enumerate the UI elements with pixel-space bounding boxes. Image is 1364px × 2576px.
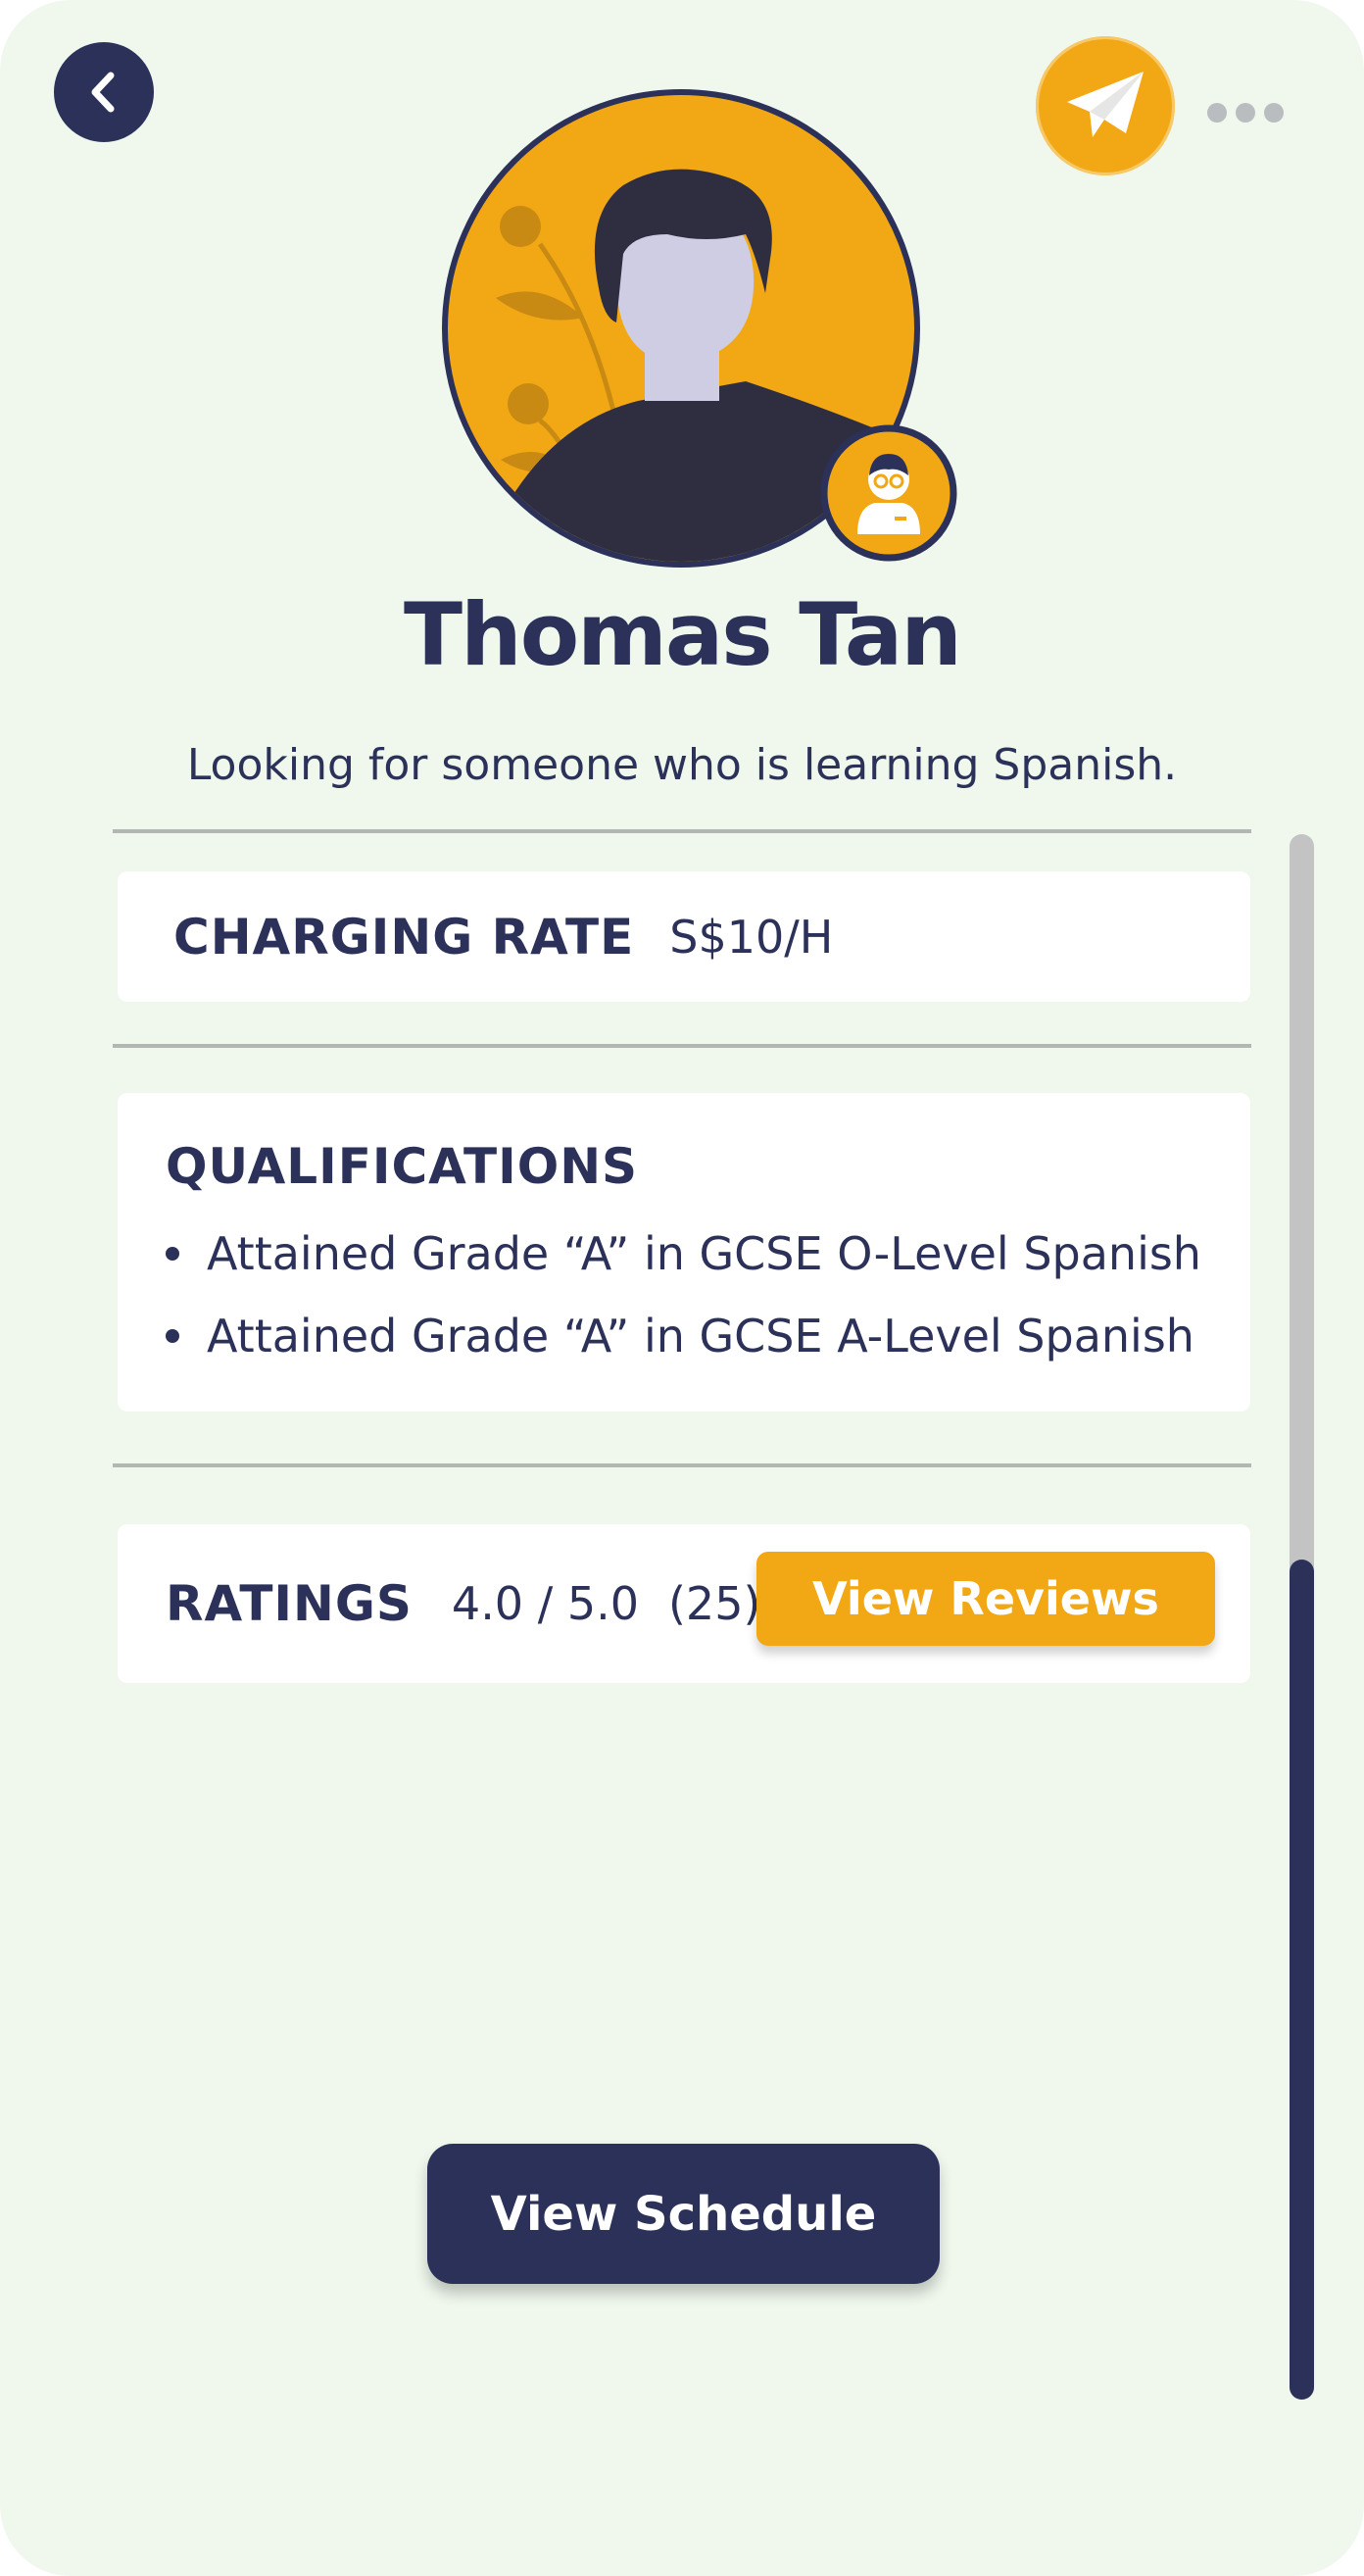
chevron-left-icon (91, 72, 115, 113)
scrollbar[interactable] (1290, 834, 1314, 2400)
view-reviews-button[interactable]: View Reviews (756, 1552, 1215, 1646)
ratings-count: (25) (667, 1577, 761, 1630)
list-item: Attained Grade “A” in GCSE A-Level Spani… (166, 1295, 1201, 1377)
bullet (166, 1247, 179, 1261)
more-horizontal-icon-dot (1264, 103, 1284, 123)
send-message-button[interactable] (1036, 36, 1175, 175)
qualification-text: Attained Grade “A” in GCSE O-Level Spani… (207, 1227, 1201, 1280)
qualifications-list: Attained Grade “A” in GCSE O-Level Spani… (166, 1213, 1201, 1377)
ratings-label: RATINGS (166, 1575, 413, 1632)
paper-plane-icon (1067, 72, 1144, 137)
qualifications-title: QUALIFICATIONS (166, 1138, 639, 1195)
divider (113, 829, 1251, 833)
divider (113, 1044, 1251, 1048)
back-button[interactable] (54, 42, 154, 142)
more-horizontal-icon-dot (1207, 103, 1227, 123)
profile-bio: Looking for someone who is learning Span… (186, 740, 1178, 790)
bullet (166, 1329, 179, 1343)
charging-rate-label: CHARGING RATE (173, 908, 635, 966)
charging-rate-value: S$10/H (669, 910, 834, 964)
charging-rate-card: CHARGING RATE S$10/H (118, 871, 1250, 1002)
more-options-button[interactable] (1207, 98, 1284, 127)
list-item: Attained Grade “A” in GCSE O-Level Spani… (166, 1213, 1201, 1295)
view-schedule-button[interactable]: View Schedule (427, 2144, 940, 2284)
profile-screen: Thomas Tan Looking for someone who is le… (0, 0, 1364, 2576)
scrollbar-thumb[interactable] (1290, 1560, 1314, 2400)
more-horizontal-icon-dot (1236, 103, 1255, 123)
tutor-icon (820, 424, 957, 562)
profile-name: Thomas Tan (404, 584, 962, 685)
divider (113, 1463, 1251, 1467)
qualification-text: Attained Grade “A” in GCSE A-Level Spani… (207, 1310, 1194, 1362)
qualifications-card: QUALIFICATIONS Attained Grade “A” in GCS… (118, 1093, 1250, 1412)
ratings-score: 4.0 / 5.0 (451, 1577, 639, 1630)
